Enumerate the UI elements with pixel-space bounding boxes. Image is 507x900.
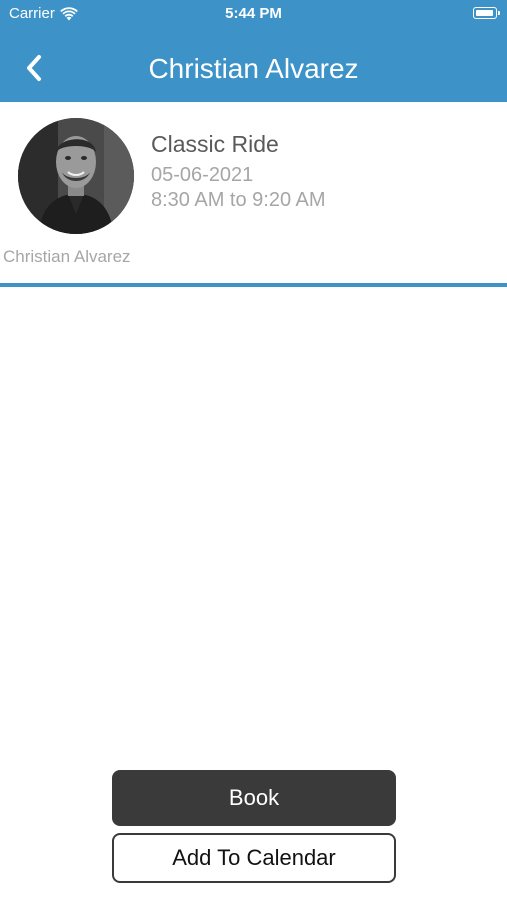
- divider: [0, 283, 507, 287]
- page-title: Christian Alvarez: [148, 53, 359, 84]
- class-time-range: 8:30 AM to 9:20 AM: [151, 189, 326, 211]
- class-date: 05-06-2021: [151, 164, 254, 186]
- class-details-card: Classic Ride 05-06-2021 8:30 AM to 9:20 …: [0, 102, 507, 284]
- instructor-name: Christian Alvarez: [3, 247, 131, 266]
- battery-icon: [473, 7, 500, 19]
- book-button[interactable]: Book: [112, 770, 396, 826]
- class-name: Classic Ride: [151, 131, 279, 157]
- status-bar: Carrier 5:44 PM: [0, 0, 507, 28]
- add-to-calendar-button[interactable]: Add To Calendar: [112, 833, 396, 883]
- header: Carrier 5:44 PM Christian Alvarez: [0, 0, 507, 102]
- instructor-avatar: [18, 118, 134, 234]
- clock: 5:44 PM: [225, 5, 282, 22]
- navigation-bar: Christian Alvarez: [0, 36, 507, 102]
